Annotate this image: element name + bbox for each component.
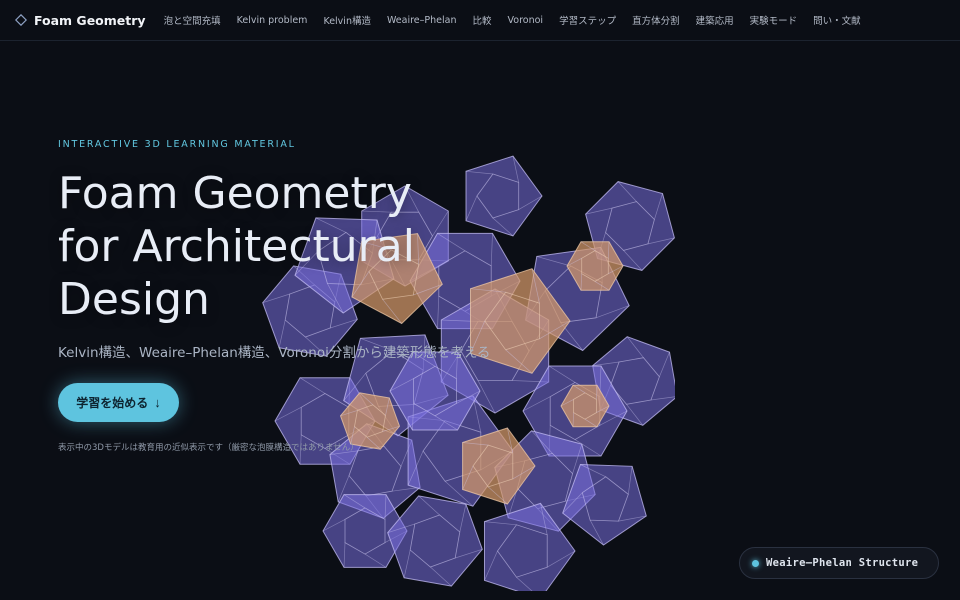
hero-title-line-2: for Architectural	[58, 221, 415, 272]
nav-item-6[interactable]: Voronoi	[508, 15, 544, 26]
nav-item-10[interactable]: 実験モード	[750, 13, 798, 27]
nav-item-11[interactable]: 問い・文献	[813, 13, 861, 27]
nav-item-2[interactable]: Kelvin problem	[237, 15, 308, 26]
nav-item-4[interactable]: Weaire–Phelan	[387, 15, 457, 26]
start-learning-label: 学習を始める	[76, 396, 149, 410]
structure-badge[interactable]: Weaire–Phelan Structure	[739, 547, 939, 579]
top-nav: Foam Geometry 泡と空間充填 Kelvin problem Kelvin…	[0, 0, 960, 41]
hero-eyebrow: INTERACTIVE 3D LEARNING MATERIAL	[58, 139, 296, 150]
model-disclaimer: 表示中の3Dモデルは教育用の近似表示です（厳密な泡膜構造ではありません）	[58, 443, 359, 453]
hero-title-line-1: Foam Geometry	[58, 168, 412, 219]
nav-item-5[interactable]: 比較	[472, 13, 491, 27]
brand-logo[interactable]: Foam Geometry	[15, 13, 146, 28]
nav-item-3[interactable]: Kelvin構造	[323, 13, 371, 27]
hero-subtitle: Kelvin構造、Weaire–Phelan構造、Voronoi分割から建築形態…	[58, 345, 491, 361]
structure-badge-label: Weaire–Phelan Structure	[766, 557, 919, 569]
foam-cell-18	[387, 495, 483, 587]
brand-name: Foam Geometry	[34, 12, 146, 28]
hero-title-line-3: Design	[58, 274, 210, 325]
nav-item-9[interactable]: 建築応用	[696, 13, 734, 27]
nav-item-1[interactable]: 泡と空間充填	[164, 13, 221, 27]
nav-item-8[interactable]: 直方体分割	[632, 13, 680, 27]
arrow-down-icon: ↓	[154, 395, 161, 410]
start-learning-button[interactable]: 学習を始める ↓	[58, 383, 179, 422]
diamond-outline-icon	[15, 14, 27, 26]
nav-menu: 泡と空間充填 Kelvin problem Kelvin構造 Weaire–Phela…	[156, 13, 869, 28]
hero-title: Foam Geometry for Architectural Design	[58, 167, 478, 326]
nav-item-7[interactable]: 学習ステップ	[559, 13, 616, 27]
status-dot-icon	[752, 559, 759, 567]
